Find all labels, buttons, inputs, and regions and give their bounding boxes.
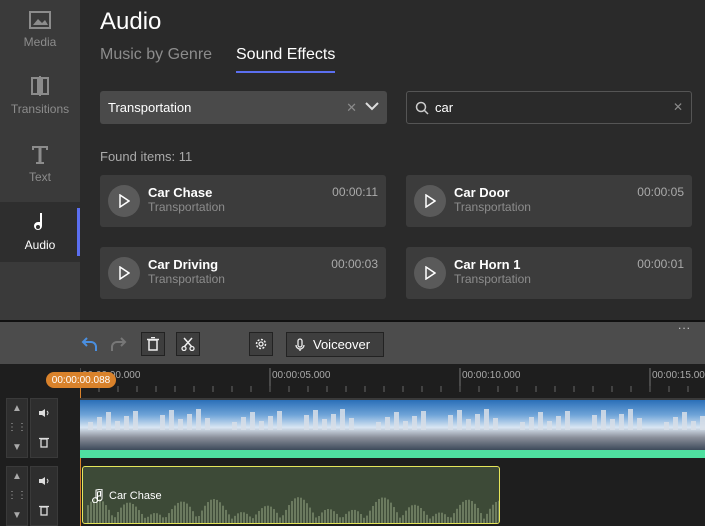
trash-icon[interactable] xyxy=(39,504,49,516)
audio-clip-name: Car Chase xyxy=(109,490,162,502)
video-track-reorder[interactable]: ▲ ⋮⋮ ▼ xyxy=(6,398,28,458)
sidebar-item-audio[interactable]: Audio xyxy=(0,202,80,262)
clear-search-icon[interactable]: ✕ xyxy=(673,100,683,114)
sound-item-car-door[interactable]: Car Door Transportation 00:00:05 xyxy=(406,175,692,227)
audio-clip-label: Car Chase xyxy=(91,489,162,503)
ruler-tick-label: 00:00:15.000 xyxy=(652,370,705,381)
undo-button[interactable] xyxy=(78,332,102,356)
sound-name: Car Door xyxy=(454,185,510,200)
redo-button[interactable] xyxy=(106,332,130,356)
sound-name: Car Driving xyxy=(148,257,219,272)
sound-item-car-horn-1[interactable]: Car Horn 1 Transportation 00:00:01 xyxy=(406,247,692,299)
video-editor: Media Transitions Text Audio Audio Music… xyxy=(0,0,705,526)
drag-handle-icon[interactable]: ⋮⋮ xyxy=(7,490,27,501)
transition-icon xyxy=(31,76,49,96)
sound-item-car-chase[interactable]: Car Chase Transportation 00:00:11 xyxy=(100,175,386,227)
sidebar-item-label: Transitions xyxy=(10,102,70,116)
sound-category: Transportation xyxy=(148,272,225,286)
sound-duration: 00:00:11 xyxy=(332,185,378,199)
sound-duration: 00:00:05 xyxy=(637,185,684,199)
timeline-toolbar: Voiceover ... xyxy=(0,318,705,364)
sound-duration: 00:00:03 xyxy=(331,257,378,271)
search-field[interactable]: car ✕ xyxy=(406,91,692,124)
audio-clip[interactable]: Car Chase xyxy=(82,466,500,524)
play-button[interactable] xyxy=(414,185,446,217)
video-clip[interactable] xyxy=(80,398,705,450)
sound-duration: 00:00:01 xyxy=(637,257,684,271)
split-button[interactable] xyxy=(176,332,200,356)
chevron-down-icon[interactable] xyxy=(365,101,379,111)
gear-icon xyxy=(255,338,267,350)
clear-icon[interactable]: ✕ xyxy=(346,100,357,116)
trash-icon xyxy=(147,337,159,351)
drag-handle-icon[interactable]: ⋮⋮ xyxy=(7,422,27,433)
music-note-icon xyxy=(34,213,42,230)
ruler-tick-label: 00:00:05.000 xyxy=(272,370,331,381)
sound-category: Transportation xyxy=(454,200,531,214)
chevron-down-icon[interactable]: ▼ xyxy=(12,510,22,521)
trash-icon[interactable] xyxy=(39,436,49,448)
music-note-icon xyxy=(92,489,103,503)
play-button[interactable] xyxy=(414,257,446,289)
video-thumbnail-strip xyxy=(88,409,705,430)
ruler-tick-label: 00:00:10.000 xyxy=(462,370,521,381)
play-button[interactable] xyxy=(108,185,140,217)
video-track-controls xyxy=(30,398,58,458)
text-icon xyxy=(32,146,48,164)
chevron-up-icon[interactable]: ▲ xyxy=(12,471,22,482)
voiceover-label: Voiceover xyxy=(313,337,371,352)
sound-name: Car Chase xyxy=(148,185,213,200)
undo-icon xyxy=(81,337,97,351)
found-items-count: Found items: 11 xyxy=(100,149,193,164)
sound-category: Transportation xyxy=(148,200,225,214)
category-select-value: Transportation xyxy=(108,100,192,115)
search-input[interactable]: car xyxy=(435,100,453,115)
redo-icon xyxy=(111,337,127,351)
play-button[interactable] xyxy=(108,257,140,289)
tab-sound-effects[interactable]: Sound Effects xyxy=(236,46,336,73)
sidebar-item-label: Media xyxy=(23,35,57,49)
more-icon[interactable]: ... xyxy=(678,318,691,332)
sidebar-item-label: Audio xyxy=(24,238,56,252)
play-icon xyxy=(425,266,436,280)
sound-item-car-driving[interactable]: Car Driving Transportation 00:00:03 xyxy=(100,247,386,299)
speaker-icon[interactable] xyxy=(38,408,50,418)
play-icon xyxy=(119,194,130,208)
sidebar-item-transitions[interactable]: Transitions xyxy=(0,66,80,126)
chevron-down-icon[interactable]: ▼ xyxy=(12,442,22,453)
voiceover-button[interactable]: Voiceover xyxy=(286,332,384,357)
speaker-icon[interactable] xyxy=(38,476,50,486)
audio-track-controls xyxy=(30,466,58,526)
microphone-icon xyxy=(295,337,305,351)
panel-title: Audio xyxy=(100,8,162,35)
sidebar-item-media[interactable]: Media xyxy=(0,0,80,60)
play-icon xyxy=(425,194,436,208)
timeline-ruler[interactable] xyxy=(80,364,705,392)
playhead-time[interactable]: 00:00:00.088 xyxy=(46,372,116,388)
sound-category: Transportation xyxy=(454,272,531,286)
play-icon xyxy=(119,266,130,280)
search-icon xyxy=(415,101,429,115)
sidebar-item-label: Text xyxy=(28,170,51,184)
category-select[interactable]: Transportation ✕ xyxy=(100,91,387,124)
timeline: 00:00:00.000 00:00:05.000 00:00:10.000 0… xyxy=(0,364,705,526)
audio-panel: Audio Music by Genre Sound Effects Trans… xyxy=(80,0,705,320)
settings-button[interactable] xyxy=(249,332,273,356)
sidebar: Media Transitions Text Audio xyxy=(0,0,80,320)
audio-track-reorder[interactable]: ▲ ⋮⋮ ▼ xyxy=(6,466,28,526)
delete-button[interactable] xyxy=(141,332,165,356)
scissors-icon xyxy=(181,337,195,351)
image-icon xyxy=(29,11,51,29)
sound-name: Car Horn 1 xyxy=(454,257,521,272)
sidebar-item-text[interactable]: Text xyxy=(0,134,80,194)
video-audio-strip xyxy=(80,450,705,458)
tab-music-by-genre[interactable]: Music by Genre xyxy=(100,46,212,71)
chevron-up-icon[interactable]: ▲ xyxy=(12,403,22,414)
